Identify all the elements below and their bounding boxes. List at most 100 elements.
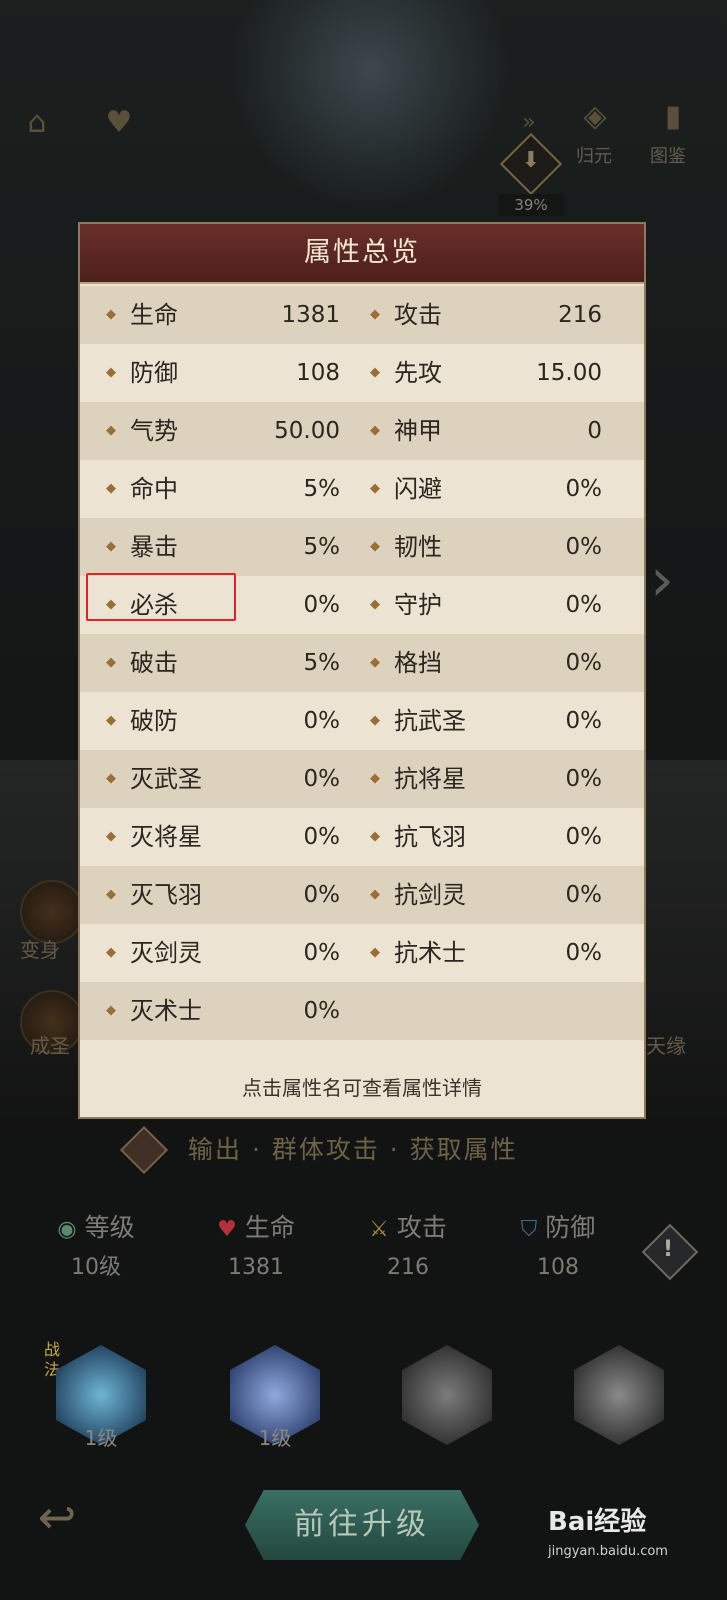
attribute-name[interactable]: 神甲 bbox=[394, 402, 442, 460]
diamond-bullet-icon: ◆ bbox=[370, 771, 380, 786]
attribute-value: 1381 bbox=[281, 302, 340, 328]
shield-icon: ⛉ bbox=[520, 1217, 538, 1242]
attribute-name[interactable]: 抗术士 bbox=[394, 924, 466, 982]
skill-level: 1级 bbox=[84, 1426, 118, 1450]
watermark-text: Bai经验 bbox=[548, 1507, 647, 1537]
diamond-bullet-icon: ◆ bbox=[370, 713, 380, 728]
diamond-bullet-icon: ◆ bbox=[106, 481, 116, 496]
attribute-row: ◆ 灭飞羽 0% ◆ 抗剑灵 0% bbox=[80, 866, 644, 924]
attribute-name[interactable]: 韧性 bbox=[394, 518, 442, 576]
attribute-overview-modal: 属性总览 ◆ 生命 1381 ◆ 攻击 216 ◆ 防御 108 ◆ 先攻 15… bbox=[78, 222, 646, 1119]
attribute-name[interactable]: 格挡 bbox=[394, 634, 442, 692]
diamond-bullet-icon: ◆ bbox=[106, 945, 116, 960]
attribute-name[interactable]: 灭术士 bbox=[130, 982, 202, 1040]
attribute-name[interactable]: 灭将星 bbox=[130, 808, 202, 866]
stat-label: 防御 bbox=[545, 1213, 596, 1242]
attribute-row: ◆ 破击 5% ◆ 格挡 0% bbox=[80, 634, 644, 692]
attribute-name[interactable]: 守护 bbox=[394, 576, 442, 634]
attribute-value: 0% bbox=[303, 766, 341, 792]
attribute-value: 0% bbox=[303, 708, 341, 734]
info-icon[interactable]: ! bbox=[650, 1232, 686, 1268]
diamond-bullet-icon: ◆ bbox=[370, 539, 380, 554]
highlight-box bbox=[86, 573, 236, 621]
attribute-value: 5% bbox=[303, 476, 341, 502]
attribute-value: 0% bbox=[565, 534, 603, 560]
attribute-value: 0% bbox=[565, 766, 603, 792]
locked-skill-icon bbox=[574, 1345, 664, 1445]
diamond-bullet-icon: ◆ bbox=[370, 307, 380, 322]
attribute-value: 0% bbox=[303, 824, 341, 850]
attribute-name[interactable]: 闪避 bbox=[394, 460, 442, 518]
diamond-bullet-icon: ◆ bbox=[106, 771, 116, 786]
attribute-name[interactable]: 灭飞羽 bbox=[130, 866, 202, 924]
diamond-bullet-icon: ◆ bbox=[370, 423, 380, 438]
attribute-name[interactable]: 先攻 bbox=[394, 344, 442, 402]
diamond-bullet-icon: ◆ bbox=[106, 713, 116, 728]
attribute-value: 0% bbox=[303, 998, 341, 1024]
skill-slot-1[interactable]: 1级 bbox=[46, 1340, 156, 1450]
modal-footer-hint: 点击属性名可查看属性详情 bbox=[242, 1076, 482, 1100]
stat-value: 216 bbox=[387, 1255, 429, 1280]
attribute-name[interactable]: 抗剑灵 bbox=[394, 866, 466, 924]
hero-tags: 输出 · 群体攻击 · 获取属性 bbox=[188, 1135, 518, 1164]
attribute-table: ◆ 生命 1381 ◆ 攻击 216 ◆ 防御 108 ◆ 先攻 15.00 ◆… bbox=[80, 286, 644, 1040]
attribute-value: 108 bbox=[296, 360, 340, 386]
stat-hp: ♥ 生命 1381 bbox=[176, 1208, 336, 1288]
baidu-jingyan-watermark: Bai经验 jingyan.baidu.com bbox=[548, 1500, 718, 1570]
diamond-bullet-icon: ◆ bbox=[106, 423, 116, 438]
attribute-value: 0% bbox=[565, 592, 603, 618]
attribute-value: 0% bbox=[565, 650, 603, 676]
stat-attack: ⚔ 攻击 216 bbox=[328, 1208, 488, 1288]
attribute-value: 0% bbox=[565, 476, 603, 502]
skill-slot-2[interactable]: 1级 bbox=[220, 1340, 330, 1450]
attribute-row: ◆ 防御 108 ◆ 先攻 15.00 bbox=[80, 344, 644, 402]
diamond-bullet-icon: ◆ bbox=[106, 539, 116, 554]
attribute-value: 0% bbox=[565, 708, 603, 734]
stat-value: 1381 bbox=[228, 1255, 284, 1280]
diamond-bullet-icon: ◆ bbox=[106, 829, 116, 844]
attribute-row: ◆ 生命 1381 ◆ 攻击 216 bbox=[80, 286, 644, 344]
stat-label: 攻击 bbox=[396, 1213, 447, 1242]
attribute-row: ◆ 命中 5% ◆ 闪避 0% bbox=[80, 460, 644, 518]
modal-header: 属性总览 bbox=[80, 224, 644, 284]
attribute-value: 216 bbox=[558, 302, 602, 328]
modal-title: 属性总览 bbox=[304, 237, 420, 268]
upgrade-button-label[interactable]: 前往升级 bbox=[245, 1490, 479, 1560]
stat-label: 生命 bbox=[244, 1213, 295, 1242]
skill-slot-4[interactable] bbox=[564, 1340, 674, 1450]
attribute-name[interactable]: 灭剑灵 bbox=[130, 924, 202, 982]
attribute-value: 5% bbox=[303, 650, 341, 676]
stat-value: 10级 bbox=[71, 1255, 121, 1280]
attribute-name[interactable]: 暴击 bbox=[130, 518, 178, 576]
attribute-value: 0% bbox=[565, 824, 603, 850]
diamond-bullet-icon: ◆ bbox=[370, 365, 380, 380]
attribute-name[interactable]: 灭武圣 bbox=[130, 750, 202, 808]
stat-defense: ⛉ 防御 108 bbox=[478, 1208, 638, 1288]
diamond-bullet-icon: ◆ bbox=[106, 307, 116, 322]
attribute-value: 5% bbox=[303, 534, 341, 560]
diamond-bullet-icon: ◆ bbox=[370, 655, 380, 670]
diamond-bullet-icon: ◆ bbox=[106, 887, 116, 902]
diamond-bullet-icon: ◆ bbox=[106, 365, 116, 380]
attribute-name[interactable]: 气势 bbox=[130, 402, 178, 460]
diamond-bullet-icon: ◆ bbox=[106, 655, 116, 670]
attribute-name[interactable]: 抗武圣 bbox=[394, 692, 466, 750]
back-arrow-icon[interactable]: ↩ bbox=[22, 1482, 92, 1552]
diamond-bullet-icon: ◆ bbox=[370, 829, 380, 844]
skill-slot-3[interactable] bbox=[392, 1340, 502, 1450]
attribute-name[interactable]: 破击 bbox=[130, 634, 178, 692]
stat-value: 108 bbox=[537, 1255, 579, 1280]
diamond-bullet-icon: ◆ bbox=[106, 1003, 116, 1018]
attribute-row: ◆ 灭将星 0% ◆ 抗飞羽 0% bbox=[80, 808, 644, 866]
attribute-name[interactable]: 命中 bbox=[130, 460, 178, 518]
attribute-name[interactable]: 防御 bbox=[130, 344, 178, 402]
attribute-name[interactable]: 抗飞羽 bbox=[394, 808, 466, 866]
locked-skill-icon bbox=[402, 1345, 492, 1445]
attribute-name[interactable]: 攻击 bbox=[394, 286, 442, 344]
diamond-bullet-icon: ◆ bbox=[370, 597, 380, 612]
diamond-bullet-icon: ◆ bbox=[370, 481, 380, 496]
attribute-value: 0% bbox=[303, 940, 341, 966]
attribute-name[interactable]: 抗将星 bbox=[394, 750, 466, 808]
attribute-name[interactable]: 破防 bbox=[130, 692, 178, 750]
attribute-name[interactable]: 生命 bbox=[130, 286, 178, 344]
